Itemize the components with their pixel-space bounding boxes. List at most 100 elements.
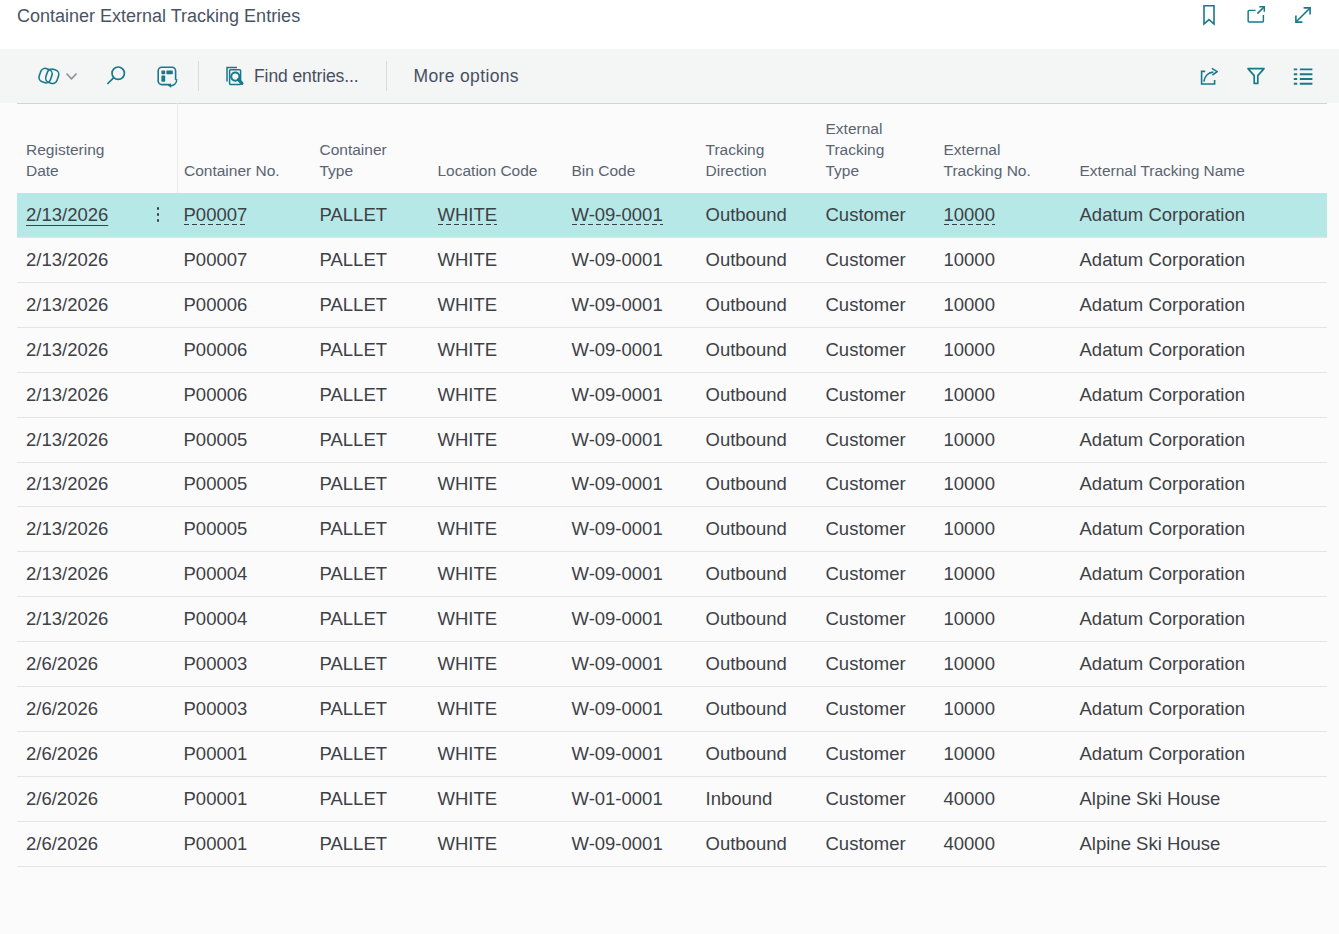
cell-location-code[interactable]: WHITE	[431, 732, 565, 777]
cell-external-tracking-type[interactable]: Customer	[819, 821, 937, 866]
cell-container-no[interactable]: P00003	[177, 642, 313, 687]
row-menu-cell[interactable]	[139, 552, 177, 597]
cell-external-tracking-name[interactable]: Adatum Corporation	[1073, 597, 1327, 642]
cell-external-tracking-type[interactable]: Customer	[819, 372, 937, 417]
cell-registering-date[interactable]: 2/13/2026	[17, 327, 139, 372]
cell-external-tracking-name[interactable]: Adatum Corporation	[1073, 237, 1327, 282]
cell-external-tracking-name[interactable]: Adatum Corporation	[1073, 417, 1327, 462]
cell-location-code[interactable]: WHITE	[431, 821, 565, 866]
cell-registering-date[interactable]: 2/13/2026	[17, 237, 139, 282]
cell-external-tracking-name[interactable]: Adatum Corporation	[1073, 552, 1327, 597]
cell-external-tracking-type[interactable]: Customer	[819, 732, 937, 777]
row-menu-cell[interactable]	[139, 821, 177, 866]
table-row[interactable]: 2/13/2026 P00006 PALLET WHITE W-09-0001 …	[17, 282, 1327, 327]
cell-location-code[interactable]: WHITE	[431, 282, 565, 327]
row-menu-cell[interactable]	[139, 776, 177, 821]
table-row[interactable]: 2/6/2026 P00001 PALLET WHITE W-01-0001 I…	[17, 776, 1327, 821]
cell-external-tracking-no[interactable]: 40000	[937, 776, 1073, 821]
cell-external-tracking-no[interactable]: 10000	[937, 687, 1073, 732]
cell-tracking-direction[interactable]: Outbound	[699, 732, 819, 777]
cell-location-code[interactable]: WHITE	[431, 776, 565, 821]
column-header-location-code[interactable]: Location Code	[431, 104, 565, 193]
cell-registering-date[interactable]: 2/13/2026	[17, 552, 139, 597]
cell-external-tracking-name[interactable]: Alpine Ski House	[1073, 776, 1327, 821]
cell-bin-code[interactable]: W-09-0001	[565, 597, 699, 642]
cell-container-no[interactable]: P00005	[177, 507, 313, 552]
cell-tracking-direction[interactable]: Outbound	[699, 282, 819, 327]
share-icon[interactable]	[1197, 64, 1221, 88]
cell-external-tracking-no[interactable]: 10000	[937, 282, 1073, 327]
cell-tracking-direction[interactable]: Outbound	[699, 417, 819, 462]
cell-container-no[interactable]: P00001	[177, 821, 313, 866]
more-options-button[interactable]: More options	[414, 66, 519, 87]
cell-registering-date[interactable]: 2/13/2026	[17, 597, 139, 642]
cell-container-no[interactable]: P00005	[177, 417, 313, 462]
open-in-new-window-icon[interactable]	[1244, 3, 1268, 27]
choose-columns-icon[interactable]	[1291, 64, 1315, 88]
cell-bin-code[interactable]: W-09-0001	[565, 687, 699, 732]
cell-bin-code[interactable]: W-09-0001	[565, 417, 699, 462]
cell-bin-code[interactable]: W-09-0001	[565, 462, 699, 507]
table-row[interactable]: 2/6/2026 P00003 PALLET WHITE W-09-0001 O…	[17, 642, 1327, 687]
cell-external-tracking-type[interactable]: Customer	[819, 282, 937, 327]
row-menu-cell[interactable]	[139, 642, 177, 687]
cell-container-type[interactable]: PALLET	[313, 507, 431, 552]
table-row[interactable]: 2/13/2026 P00006 PALLET WHITE W-09-0001 …	[17, 372, 1327, 417]
table-row[interactable]: 2/13/2026 P00004 PALLET WHITE W-09-0001 …	[17, 552, 1327, 597]
cell-container-no[interactable]: P00006	[177, 372, 313, 417]
cell-external-tracking-no[interactable]: 10000	[937, 642, 1073, 687]
cell-container-no[interactable]: P00007	[177, 193, 313, 238]
cell-external-tracking-no[interactable]: 10000	[937, 417, 1073, 462]
cell-tracking-direction[interactable]: Inbound	[699, 776, 819, 821]
column-header-tracking-direction[interactable]: Tracking Direction	[699, 104, 819, 193]
cell-external-tracking-name[interactable]: Adatum Corporation	[1073, 687, 1327, 732]
cell-container-type[interactable]: PALLET	[313, 282, 431, 327]
cell-container-type[interactable]: PALLET	[313, 237, 431, 282]
cell-registering-date[interactable]: 2/13/2026	[17, 507, 139, 552]
cell-registering-date[interactable]: 2/6/2026	[17, 821, 139, 866]
table-row[interactable]: 2/13/2026 P00007 PALLET WHITE W-09-0001 …	[17, 237, 1327, 282]
row-menu-cell[interactable]	[139, 327, 177, 372]
cell-registering-date[interactable]: 2/13/2026	[17, 282, 139, 327]
search-button[interactable]	[104, 64, 128, 88]
cell-location-code[interactable]: WHITE	[431, 507, 565, 552]
cell-container-type[interactable]: PALLET	[313, 597, 431, 642]
table-row[interactable]: 2/6/2026 P00001 PALLET WHITE W-09-0001 O…	[17, 821, 1327, 866]
find-entries-button[interactable]: Find entries...	[223, 64, 359, 88]
cell-tracking-direction[interactable]: Outbound	[699, 642, 819, 687]
cell-container-type[interactable]: PALLET	[313, 417, 431, 462]
cell-tracking-direction[interactable]: Outbound	[699, 193, 819, 238]
row-menu-cell[interactable]	[139, 732, 177, 777]
table-row[interactable]: 2/13/2026 P00005 PALLET WHITE W-09-0001 …	[17, 462, 1327, 507]
cell-bin-code[interactable]: W-01-0001	[565, 776, 699, 821]
cell-tracking-direction[interactable]: Outbound	[699, 462, 819, 507]
cell-external-tracking-name[interactable]: Adatum Corporation	[1073, 193, 1327, 238]
cell-container-type[interactable]: PALLET	[313, 372, 431, 417]
cell-external-tracking-name[interactable]: Adatum Corporation	[1073, 642, 1327, 687]
cell-bin-code[interactable]: W-09-0001	[565, 193, 699, 238]
cell-location-code[interactable]: WHITE	[431, 687, 565, 732]
cell-tracking-direction[interactable]: Outbound	[699, 687, 819, 732]
kebab-menu-icon[interactable]	[156, 207, 160, 222]
cell-container-no[interactable]: P00003	[177, 687, 313, 732]
row-menu-cell[interactable]	[139, 417, 177, 462]
row-menu-cell[interactable]	[139, 237, 177, 282]
cell-external-tracking-name[interactable]: Adatum Corporation	[1073, 372, 1327, 417]
cell-tracking-direction[interactable]: Outbound	[699, 821, 819, 866]
cell-bin-code[interactable]: W-09-0001	[565, 282, 699, 327]
cell-external-tracking-name[interactable]: Adatum Corporation	[1073, 462, 1327, 507]
cell-external-tracking-no[interactable]: 10000	[937, 597, 1073, 642]
cell-external-tracking-name[interactable]: Adatum Corporation	[1073, 507, 1327, 552]
cell-external-tracking-type[interactable]: Customer	[819, 687, 937, 732]
filter-icon[interactable]	[1244, 64, 1268, 88]
cell-external-tracking-name[interactable]: Adatum Corporation	[1073, 327, 1327, 372]
bookmark-icon[interactable]	[1197, 3, 1221, 27]
cell-registering-date[interactable]: 2/13/2026	[17, 417, 139, 462]
cell-external-tracking-no[interactable]: 10000	[937, 237, 1073, 282]
cell-container-type[interactable]: PALLET	[313, 687, 431, 732]
cell-location-code[interactable]: WHITE	[431, 237, 565, 282]
row-menu-cell[interactable]	[139, 282, 177, 327]
column-header-container-type[interactable]: Container Type	[313, 104, 431, 193]
cell-tracking-direction[interactable]: Outbound	[699, 552, 819, 597]
cell-external-tracking-no[interactable]: 10000	[937, 462, 1073, 507]
